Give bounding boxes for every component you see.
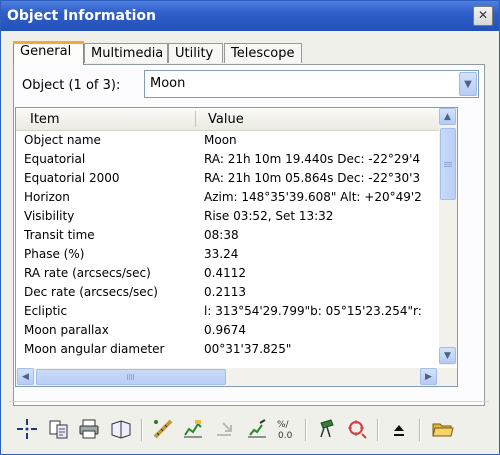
table-row[interactable]: Equatorial RA: 21h 10m 19.440s Dec: -22°2…	[16, 150, 439, 169]
row-value: 0.9674	[204, 323, 246, 337]
scroll-down-button[interactable]: ▼	[439, 347, 456, 364]
row-item: Object name	[24, 133, 101, 147]
client-area: General Multimedia Utility Telescope Obj…	[1, 31, 499, 454]
row-item: Horizon	[24, 190, 70, 204]
table-row[interactable]: Moon angular diameter 00°31'37.825"	[16, 340, 439, 359]
target-icon[interactable]	[345, 417, 369, 441]
row-value: RA: 21h 10m 19.440s Dec: -22°29'4	[204, 152, 421, 166]
row-value: Rise 03:52, Set 13:32	[204, 209, 334, 223]
print-icon[interactable]	[77, 417, 101, 441]
bottom-toolbar: %/0.0	[11, 415, 491, 445]
window-title: Object Information	[7, 8, 156, 24]
table-row[interactable]: Horizon Azim: 148°35'39.608" Alt: +20°49'…	[16, 188, 439, 207]
row-item: Moon parallax	[24, 323, 109, 337]
object-info-list[interactable]: Item Value Object name Moon Equatorial RA:…	[15, 107, 458, 387]
table-row[interactable]: Phase (%) 33.24	[16, 245, 439, 264]
list-header: Item Value	[16, 108, 439, 131]
scroll-right-button[interactable]: ▶	[420, 368, 437, 385]
tab-telescope[interactable]: Telescope	[224, 43, 302, 63]
column-divider[interactable]	[195, 111, 196, 127]
toolbar-separator	[305, 419, 307, 441]
chevron-down-icon[interactable]: ▼	[459, 72, 477, 96]
object-selector-label: Object (1 of 3):	[22, 78, 121, 93]
table-row[interactable]: Visibility Rise 03:52, Set 13:32	[16, 207, 439, 226]
arrow-disabled-icon[interactable]	[213, 417, 237, 441]
toolbar-divider	[9, 401, 489, 402]
scroll-up-button[interactable]: ▲	[439, 108, 456, 125]
tab-general[interactable]: General	[13, 41, 84, 65]
horizontal-scrollbar[interactable]: ◀ ▶	[16, 368, 457, 386]
center-object-icon[interactable]	[15, 417, 39, 441]
row-value: 33.24	[204, 247, 239, 261]
row-value: RA: 21h 10m 05.864s Dec: -22°30'3	[204, 171, 421, 185]
list-rows: Object name Moon Equatorial RA: 21h 10m 19…	[16, 131, 439, 363]
table-row[interactable]: Moon parallax 0.9674	[16, 321, 439, 340]
chart-icon[interactable]	[181, 417, 205, 441]
svg-text:%/: %/	[277, 420, 290, 430]
row-item: Transit time	[24, 228, 95, 242]
object-select[interactable]: Moon ▼	[144, 70, 479, 98]
row-value: 08:38	[204, 228, 239, 242]
telescope-chart-icon[interactable]	[245, 417, 269, 441]
scroll-left-button[interactable]: ◀	[17, 368, 34, 385]
table-row[interactable]: Object name Moon	[16, 131, 439, 150]
row-item: Equatorial	[24, 152, 86, 166]
close-button[interactable]: ✕	[473, 6, 493, 26]
decimal-icon[interactable]: %/0.0	[275, 417, 299, 441]
toolbar-separator	[141, 419, 143, 441]
horizontal-scroll-thumb[interactable]	[36, 369, 226, 385]
object-information-window: Object Information ✕ General Multimedia …	[0, 0, 500, 455]
title-bar: Object Information ✕	[1, 1, 499, 31]
vertical-scroll-thumb[interactable]	[440, 128, 456, 200]
row-value: Azim: 148°35'39.608" Alt: +20°49'2	[204, 190, 422, 204]
column-header-item[interactable]: Item	[30, 112, 60, 127]
table-row[interactable]: Ecliptic l: 313°54'29.799"b: 05°15'23.254…	[16, 302, 439, 321]
table-row[interactable]: Dec rate (arcsecs/sec) 0.2113	[16, 283, 439, 302]
copy-icon[interactable]	[47, 417, 71, 441]
row-item: Moon angular diameter	[24, 342, 165, 356]
row-item: Ecliptic	[24, 304, 68, 318]
column-header-value[interactable]: Value	[208, 112, 244, 127]
object-select-value: Moon	[150, 76, 186, 91]
tab-utility[interactable]: Utility	[168, 43, 223, 63]
svg-text:0.0: 0.0	[278, 431, 293, 441]
row-item: Phase (%)	[24, 247, 85, 261]
table-row[interactable]: Equatorial 2000 RA: 21h 10m 05.864s Dec: …	[16, 169, 439, 188]
row-item: Equatorial 2000	[24, 171, 120, 185]
upload-icon[interactable]	[387, 417, 411, 441]
toolbar-separator	[377, 419, 379, 441]
tab-multimedia[interactable]: Multimedia	[84, 43, 168, 63]
row-value: 0.4112	[204, 266, 246, 280]
row-value: l: 313°54'29.799"b: 05°15'23.254"r:	[204, 304, 422, 318]
row-value: 0.2113	[204, 285, 246, 299]
table-row[interactable]: Transit time 08:38	[16, 226, 439, 245]
measure-icon[interactable]	[151, 417, 175, 441]
row-value: 00°31'37.825"	[204, 342, 292, 356]
row-item: Visibility	[24, 209, 75, 223]
vertical-scrollbar[interactable]: ▲ ▼	[439, 108, 457, 365]
open-folder-icon[interactable]	[431, 417, 455, 441]
row-value: Moon	[204, 133, 237, 147]
table-row[interactable]: RA rate (arcsecs/sec) 0.4112	[16, 264, 439, 283]
binoculars-icon[interactable]	[315, 417, 339, 441]
book-icon[interactable]	[109, 417, 133, 441]
toolbar-separator	[419, 419, 421, 441]
row-item: Dec rate (arcsecs/sec)	[24, 285, 158, 299]
row-item: RA rate (arcsecs/sec)	[24, 266, 151, 280]
